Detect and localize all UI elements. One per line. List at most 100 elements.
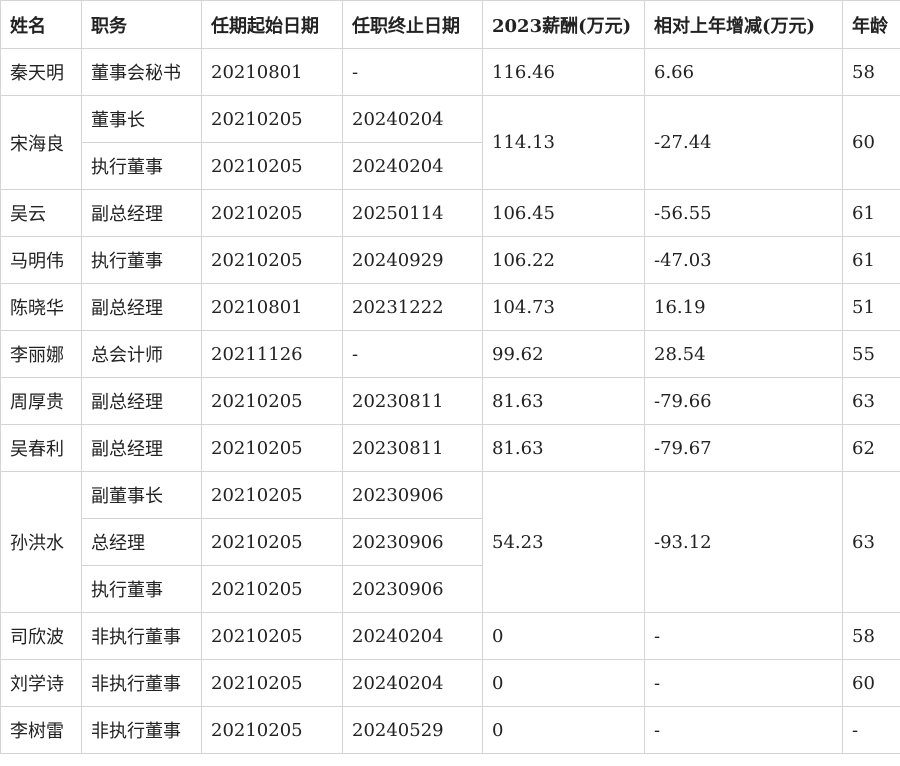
cell-pay-2023: 54.23 <box>482 471 645 613</box>
cell-term-start: 20210801 <box>201 283 343 331</box>
header-pay-2023: 2023薪酬(万元) <box>482 0 645 49</box>
cell-pay-2023: 0 <box>482 612 645 660</box>
cell-age: 63 <box>842 471 900 613</box>
cell-position: 非执行董事 <box>81 706 202 754</box>
cell-pay-change: -47.03 <box>644 236 843 284</box>
cell-name: 司欣波 <box>0 612 82 660</box>
table-row: 马明伟 执行董事 20210205 20240929 106.22 -47.03 61 <box>0 236 900 284</box>
cell-pay-change: - <box>644 612 843 660</box>
cell-pay-change: - <box>644 706 843 754</box>
table-row: 李丽娜 总会计师 20211126-99.62 28.54 55 <box>0 330 900 378</box>
cell-term-end: 20240529 <box>342 706 483 754</box>
cell-name: 陈晓华 <box>0 283 82 331</box>
cell-pay-change: - <box>644 659 843 707</box>
cell-pay-change: -79.66 <box>644 377 843 425</box>
cell-pay-2023: 0 <box>482 659 645 707</box>
cell-position: 总会计师 <box>81 330 202 378</box>
cell-term-end: 20230906 <box>342 518 483 566</box>
cell-age: - <box>842 706 900 754</box>
cell-term-start: 20210205 <box>201 612 343 660</box>
cell-age: 61 <box>842 189 900 237</box>
cell-term-end: - <box>342 330 483 378</box>
cell-term-start: 20210205 <box>201 659 343 707</box>
cell-pay-2023: 116.46 <box>482 48 645 96</box>
cell-position: 副总经理 <box>81 424 202 472</box>
cell-name: 周厚贵 <box>0 377 82 425</box>
cell-term-end: 20240204 <box>342 142 483 190</box>
cell-age: 58 <box>842 612 900 660</box>
cell-term-start: 20211126 <box>201 330 343 378</box>
cell-position: 董事长 <box>81 95 202 143</box>
cell-term-end: 20230906 <box>342 565 483 613</box>
table-header: 姓名 职务 任期起始日期 任职终止日期 2023薪酬(万元) 相对上年增减(万元… <box>0 0 900 49</box>
cell-position: 总经理 <box>81 518 202 566</box>
cell-pay-2023: 0 <box>482 706 645 754</box>
cell-position: 董事会秘书 <box>81 48 202 96</box>
cell-term-end: 20240204 <box>342 612 483 660</box>
table-row: 宋海良 董事长 20210205 20240204 114.13 -27.44 60 <box>0 95 900 190</box>
header-pay-change: 相对上年增减(万元) <box>644 0 843 49</box>
cell-pay-2023: 81.63 <box>482 424 645 472</box>
table-row: 秦天明 董事会秘书 20210801-116.46 6.66 58 <box>0 48 900 96</box>
cell-position: 非执行董事 <box>81 612 202 660</box>
cell-position: 执行董事 <box>81 236 202 284</box>
cell-term-end: 20240929 <box>342 236 483 284</box>
cell-name: 李树雷 <box>0 706 82 754</box>
cell-position: 副总经理 <box>81 377 202 425</box>
cell-name: 吴云 <box>0 189 82 237</box>
cell-term-end: 20231222 <box>342 283 483 331</box>
cell-pay-change: -79.67 <box>644 424 843 472</box>
cell-term-start: 20210205 <box>201 424 343 472</box>
executive-compensation-table: 姓名 职务 任期起始日期 任职终止日期 2023薪酬(万元) 相对上年增减(万元… <box>0 0 900 754</box>
cell-position: 非执行董事 <box>81 659 202 707</box>
cell-pay-change: -27.44 <box>644 95 843 190</box>
header-row: 姓名 职务 任期起始日期 任职终止日期 2023薪酬(万元) 相对上年增减(万元… <box>0 0 900 49</box>
cell-term-end: 20250114 <box>342 189 483 237</box>
table-body: 秦天明 董事会秘书 20210801-116.46 6.66 58 宋海良 董事长 20210… <box>0 48 900 754</box>
cell-age: 60 <box>842 659 900 707</box>
cell-pay-change: 16.19 <box>644 283 843 331</box>
table-row: 李树雷 非执行董事 20210205 20240529 0- - <box>0 706 900 754</box>
cell-name: 李丽娜 <box>0 330 82 378</box>
cell-term-end: 20240204 <box>342 659 483 707</box>
cell-name: 宋海良 <box>0 95 82 190</box>
table-row: 孙洪水 副董事长 20210205 20230906 54.23 -93.12 63 <box>0 471 900 613</box>
cell-term-start: 20210205 <box>201 471 343 519</box>
cell-term-start: 20210205 <box>201 377 343 425</box>
table-row: 陈晓华 副总经理 20210801 20231222 104.73 16.19 51 <box>0 283 900 331</box>
table-row: 吴云 副总经理 20210205 20250114 106.45 -56.55 61 <box>0 189 900 237</box>
cell-name: 秦天明 <box>0 48 82 96</box>
cell-pay-2023: 81.63 <box>482 377 645 425</box>
cell-term-end: 20240204 <box>342 95 483 143</box>
cell-pay-2023: 106.45 <box>482 189 645 237</box>
cell-age: 55 <box>842 330 900 378</box>
cell-term-end: - <box>342 48 483 96</box>
table-row: 吴春利 副总经理 20210205 20230811 81.63 -79.67 62 <box>0 424 900 472</box>
cell-pay-change: 28.54 <box>644 330 843 378</box>
cell-age: 63 <box>842 377 900 425</box>
cell-pay-change: -56.55 <box>644 189 843 237</box>
table-row: 刘学诗 非执行董事 20210205 20240204 0-60 <box>0 659 900 707</box>
cell-term-start: 20210205 <box>201 95 343 143</box>
cell-name: 孙洪水 <box>0 471 82 613</box>
cell-position: 执行董事 <box>81 142 202 190</box>
cell-position: 执行董事 <box>81 565 202 613</box>
cell-term-end: 20230811 <box>342 424 483 472</box>
cell-term-end: 20230906 <box>342 471 483 519</box>
cell-age: 61 <box>842 236 900 284</box>
cell-age: 58 <box>842 48 900 96</box>
cell-term-end: 20230811 <box>342 377 483 425</box>
header-position: 职务 <box>81 0 202 49</box>
cell-term-start: 20210205 <box>201 236 343 284</box>
cell-pay-2023: 106.22 <box>482 236 645 284</box>
cell-position: 副总经理 <box>81 189 202 237</box>
cell-age: 60 <box>842 95 900 190</box>
cell-pay-change: -93.12 <box>644 471 843 613</box>
cell-term-start: 20210801 <box>201 48 343 96</box>
header-term-start: 任期起始日期 <box>201 0 343 49</box>
cell-name: 马明伟 <box>0 236 82 284</box>
cell-name: 刘学诗 <box>0 659 82 707</box>
cell-pay-change: 6.66 <box>644 48 843 96</box>
cell-age: 62 <box>842 424 900 472</box>
cell-term-start: 20210205 <box>201 189 343 237</box>
